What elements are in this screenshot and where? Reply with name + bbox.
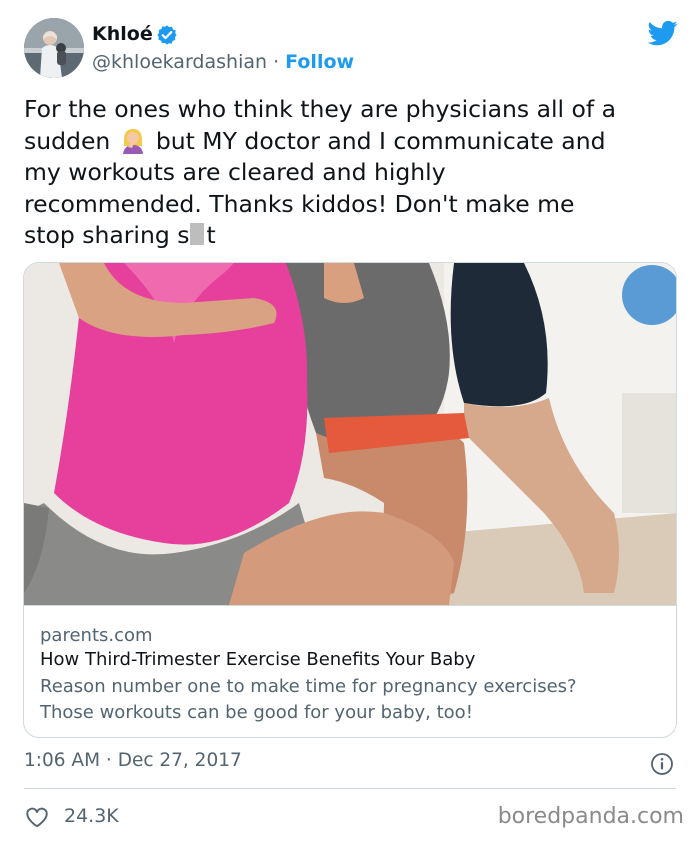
author-handle[interactable]: @khloekardashian [92,51,267,73]
card-domain: parents.com [40,625,153,646]
tweet-timestamp[interactable]: 1:06 AM · Dec 27, 2017 [24,750,242,771]
timestamp-separator: · [100,750,118,771]
handle-row: @khloekardashian · Follow [92,51,354,73]
tweet-date[interactable]: Dec 27, 2017 [118,750,242,771]
handle-separator: · [267,51,286,73]
tweet-line: stop sharing st [24,221,216,250]
card-divider [24,605,676,606]
woman-facepalming-emoji-icon [122,128,143,154]
like-count: 24.3K [64,805,119,827]
tweet-time[interactable]: 1:06 AM [24,750,100,771]
heart-icon [26,807,48,828]
tweet-header: Khloé @khloekardashian · Follow [24,18,680,80]
info-icon[interactable] [650,752,674,776]
tweet-line: sudden but MY doctor and I communicate a… [24,126,606,155]
tweet-line: For the ones who think they are physicia… [24,95,617,123]
link-preview-card[interactable]: parents.com How Third-Trimester Exercise… [23,262,677,738]
verified-badge-icon [157,25,177,45]
tweet-line: recommended. Thanks kiddos! Don't make m… [24,189,575,218]
follow-button[interactable]: Follow [285,51,354,73]
card-description-line: Reason number one to make time for pregn… [40,676,577,697]
tweet-text: For the ones who think they are physicia… [24,94,684,252]
card-description-line: Those workouts can be good for your baby… [40,702,473,723]
card-description: Reason number one to make time for pregn… [40,674,577,726]
card-title: How Third-Trimester Exercise Benefits Yo… [40,649,476,670]
twitter-bird-icon[interactable] [646,18,680,48]
divider [24,788,676,789]
watermark: boredpanda.com [497,804,684,829]
tweet-line: my workouts are cleared and highly [24,158,446,187]
censor-block [190,223,205,246]
card-image [24,263,676,605]
avatar[interactable] [24,18,84,78]
author-name[interactable]: Khloé [92,23,153,45]
